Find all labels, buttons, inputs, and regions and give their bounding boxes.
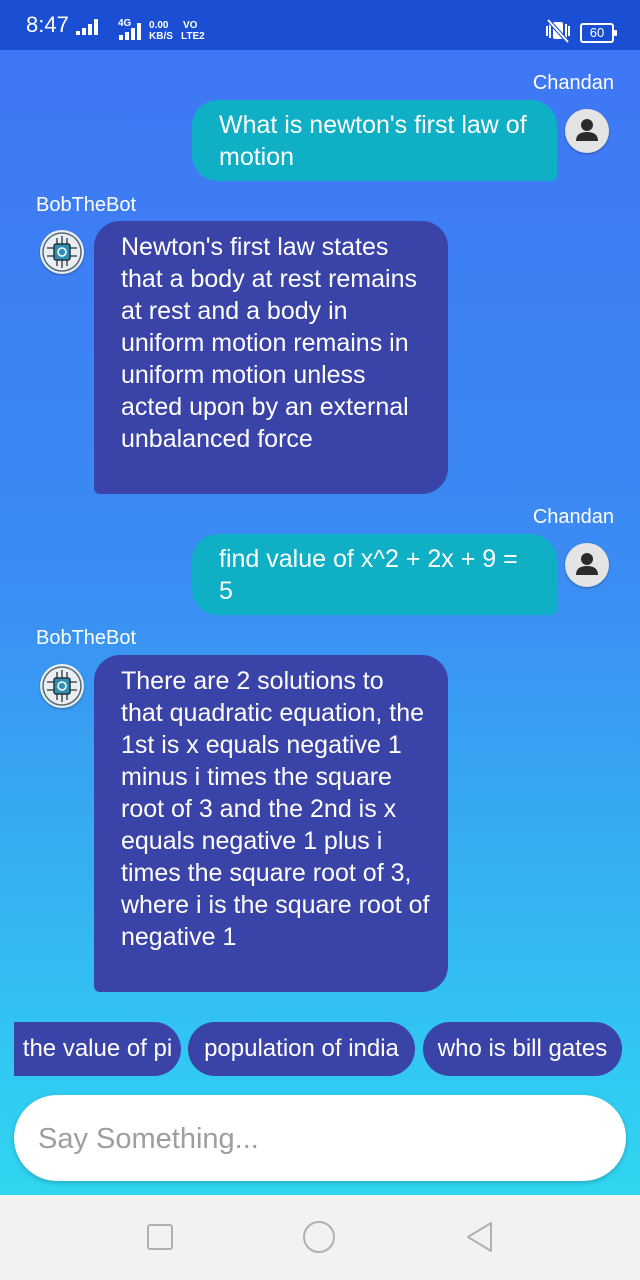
vibrate-mute-icon — [546, 18, 570, 44]
user-message-bubble: What is newton's first law of motion — [192, 100, 557, 181]
message-input[interactable] — [36, 1095, 600, 1183]
status-time: 8:47 — [26, 12, 69, 37]
suggestion-chip[interactable]: who is bill gates — [423, 1022, 622, 1076]
suggestion-chip[interactable]: population of india — [188, 1022, 415, 1076]
speed-value: 0.00 — [149, 20, 169, 31]
volte-label-bottom: LTE2 — [181, 31, 205, 42]
robot-chip-icon — [42, 232, 82, 272]
speed-unit: KB/S — [149, 31, 173, 42]
message-sender: BobTheBot — [36, 194, 137, 216]
battery-level: 60 — [589, 25, 605, 40]
suggestion-chip[interactable]: the value of pi — [14, 1022, 181, 1076]
user-avatar — [565, 109, 609, 153]
recents-square-icon[interactable] — [146, 1223, 174, 1251]
message-sender: BobTheBot — [36, 627, 137, 649]
bot-avatar — [40, 230, 84, 274]
home-circle-icon[interactable] — [302, 1220, 336, 1254]
bot-avatar — [40, 664, 84, 708]
volte-label-top: VO — [183, 20, 198, 31]
user-message-bubble: find value of x^2 + 2x + 9 = 5 — [192, 534, 557, 615]
navigation-bar — [0, 1195, 640, 1280]
robot-chip-icon — [42, 666, 82, 706]
status-bar: 8:47 4G 0.00 KB/S VO LTE2 60 — [0, 0, 640, 50]
bot-message-bubble: Newton's first law states that a body at… — [94, 221, 448, 494]
person-icon — [576, 119, 598, 141]
battery-icon: 60 — [580, 23, 617, 43]
signal-icon — [76, 19, 98, 35]
message-sender: Chandan — [532, 72, 614, 94]
message-input-container[interactable] — [14, 1095, 626, 1183]
message-sender: Chandan — [532, 506, 614, 528]
back-triangle-icon[interactable] — [464, 1220, 494, 1254]
person-icon — [576, 553, 598, 575]
bot-message-bubble: There are 2 solutions to that quadratic … — [94, 655, 448, 992]
user-avatar — [565, 543, 609, 587]
signal-icon-2 — [119, 23, 141, 40]
